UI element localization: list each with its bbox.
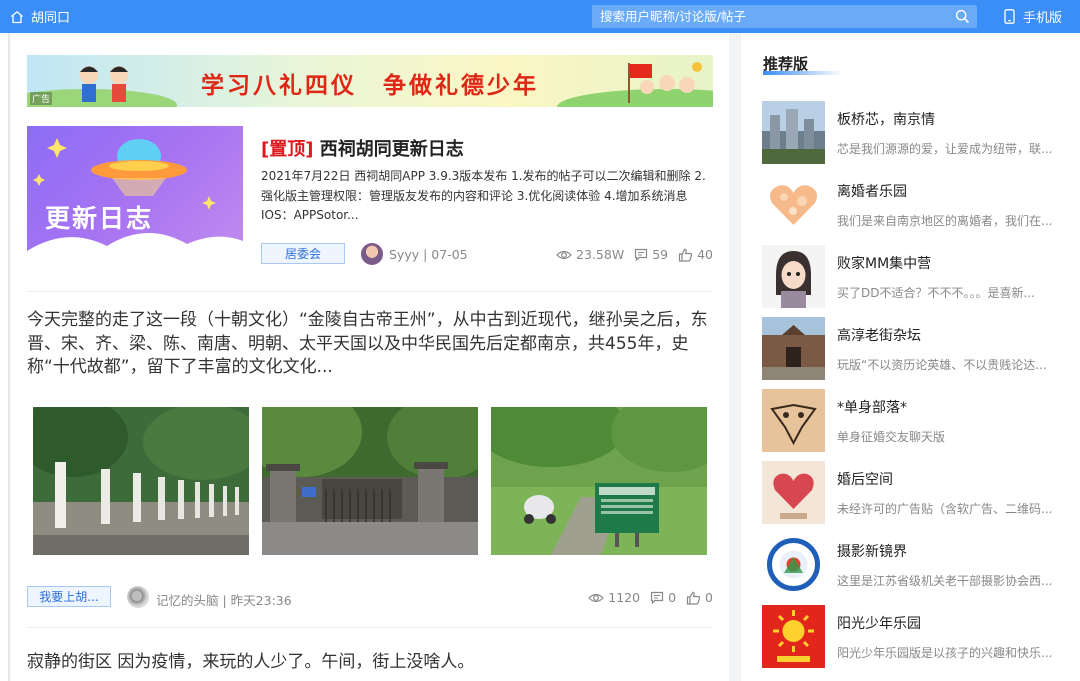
board-item[interactable]: 婚后空间 未经许可的广告贴（含软广告、二维码... [762,461,1080,525]
post-stats: 1120 0 0 [588,590,713,605]
comments-count: 0 [668,590,677,605]
post-meta: 记忆的头脑 | 昨天23:36 [156,590,292,609]
board-item[interactable]: 高淳老街杂坛 玩版“不以资历论英雄、不以贵贱论达... [762,317,1080,381]
post-excerpt[interactable]: 2021年7月22日 西祠胡同APP 3.9.3版本发布 1.发布的帖子可以二次… [261,167,713,226]
photo-gate [262,407,478,555]
board-name: 败家MM集中营 [837,256,932,272]
board-thumbnail [762,605,825,668]
board-tag[interactable]: 居委会 [261,243,345,264]
board-thumbnail [762,389,825,452]
comment-icon[interactable] [634,248,648,261]
post-title-text: 西祠胡同更新日志 [319,139,464,160]
thumbnail-caption: 更新日志 [45,204,154,233]
views-icon [588,593,605,602]
photo-forest-pillars [33,407,249,555]
board-description: 芯是我们源源的爱，让爱成为纽带，联... [837,142,1053,156]
board-item[interactable]: 摄影新镜界 这里是江苏省级机关老干部摄影协会西... [762,533,1080,597]
mobile-version-label: 手机版 [1023,11,1063,26]
board-description: 这里是江苏省级机关老干部摄影协会西... [837,574,1053,588]
post-text[interactable]: 寂静的街区 因为疫情，来玩的人少了。午间，街上没啥人。 [27,647,474,672]
board-item[interactable]: 离婚者乐园 我们是来自南京地区的离婚者，我们在... [762,173,1080,237]
photo-park-sign [491,407,707,555]
author-name[interactable]: 记忆的头脑 [156,593,219,608]
post-photo[interactable] [33,407,249,555]
main-feed: 学习八礼四仪 争做礼德少年 广告 更新日志 [置顶] 西祠胡同更新日志 2021… [11,33,729,681]
post-divider [27,291,713,292]
site-name: 胡同口 [31,11,71,26]
post-text[interactable]: 今天完整的走了这一段（十朝文化）“金陵自古帝王州”，从中古到近现代，继孙吴之后，… [27,309,717,380]
board-item[interactable]: 板桥芯，南京情 芯是我们源源的爱，让爱成为纽带，联... [762,101,1080,165]
home-icon [11,10,23,23]
board-name: 板桥芯，南京情 [837,112,935,128]
board-thumbnail [762,317,825,380]
banner-slogan: 学习八礼四仪 争做礼德少年 [201,73,539,99]
likes-count: 0 [705,590,713,605]
post-divider [27,627,713,628]
board-description: 单身征婚交友聊天版 [837,430,946,444]
post-photo[interactable] [262,407,478,555]
views-count: 1120 [608,590,641,605]
post-photo[interactable] [491,407,707,555]
post-title[interactable]: [置顶] 西祠胡同更新日志 [261,135,464,161]
board-name: 摄影新镜界 [837,544,907,560]
board-thumbnail [762,533,825,596]
author-name[interactable]: Syyy [389,247,419,262]
board-name: 婚后空间 [837,472,893,488]
board-description: 阳光少年乐园版是以孩子的兴趣和快乐... [837,646,1053,660]
mobile-version-link[interactable]: 手机版 [1004,7,1062,26]
board-thumbnail [762,101,825,164]
post-stats: 23.58W 59 40 [556,247,713,262]
board-description: 我们是来自南京地区的离婚者，我们在... [837,214,1053,228]
post-meta: Syyy | 07-05 [389,247,468,262]
ad-label: 广告 [30,92,53,105]
board-description: 买了DD不适合？不不不。。。是喜新... [837,286,1035,300]
board-description: 未经许可的广告贴（含软广告、二维码... [837,502,1053,516]
views-icon [556,250,572,259]
home-link[interactable]: 胡同口 [10,7,70,26]
author-avatar[interactable] [127,586,149,608]
top-navigation-bar: 胡同口 手机版 [0,0,1080,33]
post-thumbnail[interactable]: 更新日志 [27,126,243,273]
likes-count: 40 [697,247,713,262]
title-underline [763,71,843,75]
ad-banner[interactable]: 学习八礼四仪 争做礼德少年 广告 [27,55,713,107]
board-thumbnail [762,245,825,308]
post-time: | 07-05 [423,247,468,262]
board-name: 高淳老街杂坛 [837,328,921,344]
comment-icon[interactable] [650,591,664,604]
phone-icon [1004,9,1015,24]
comments-count: 59 [652,247,669,262]
board-description: 玩版“不以资历论英雄、不以贵贱论达... [837,358,1047,372]
search-box [592,5,977,28]
board-tag[interactable]: 我要上胡... [27,586,111,607]
board-item[interactable]: 阳光少年乐园 阳光少年乐园版是以孩子的兴趣和快乐... [762,605,1080,669]
like-icon[interactable] [678,248,693,262]
board-thumbnail [762,461,825,524]
like-icon[interactable] [686,591,701,605]
board-thumbnail [762,173,825,236]
left-edge-panel [0,33,9,681]
board-name: 阳光少年乐园 [837,616,921,632]
author-avatar[interactable] [361,243,383,265]
board-name: 离婚者乐园 [837,184,907,200]
search-input[interactable] [592,5,932,28]
board-item[interactable]: *单身部落* 单身征婚交友聊天版 [762,389,1080,453]
board-item[interactable]: 败家MM集中营 买了DD不适合？不不不。。。是喜新... [762,245,1080,309]
pinned-label: [置顶] [261,139,314,160]
views-count: 23.58W [576,247,625,262]
board-name: *单身部落* [837,400,907,416]
post-time: | 昨天23:36 [222,593,292,608]
search-icon[interactable] [955,9,970,24]
recommended-boards-sidebar: 推荐版 板桥芯，南京情 芯是我们源源的爱，让爱成为纽带，联... 离婚者乐园 我… [741,33,1080,681]
